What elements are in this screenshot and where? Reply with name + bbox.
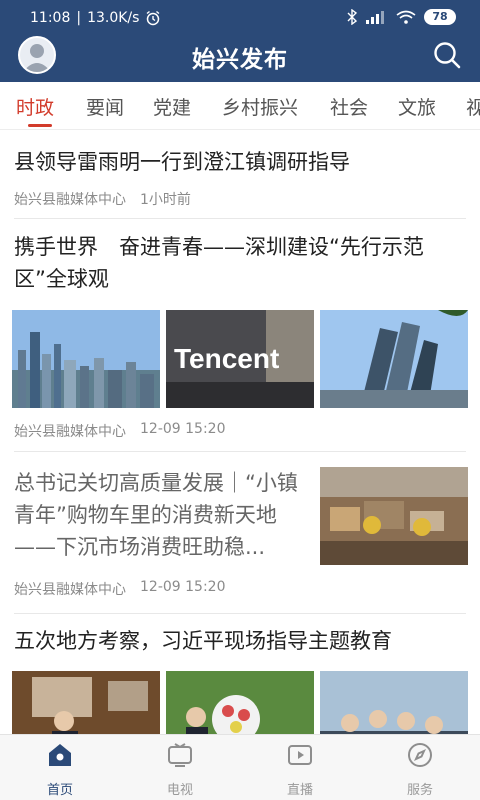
exhibition-image[interactable] xyxy=(12,671,160,734)
svg-text:Tencent: Tencent xyxy=(174,343,279,374)
app-bar: 始兴发布 xyxy=(0,36,480,82)
alarm-icon xyxy=(147,10,160,26)
city-skyline-image[interactable] xyxy=(12,310,160,408)
news-title[interactable]: 携手世界 奋进青春——深圳建设“先行示范区”全球观 xyxy=(14,231,466,295)
category-tabs: 时政 要闻 党建 乡村振兴 社会 文旅 视 xyxy=(0,82,480,130)
status-bar: 11:08 | 13.0K/s 78 xyxy=(0,0,480,36)
tab-shizheng[interactable]: 时政 xyxy=(16,93,54,120)
towers-image[interactable] xyxy=(320,310,468,408)
nav-service[interactable]: 服务 xyxy=(390,741,450,798)
tencent-sign-image[interactable]: Tencent xyxy=(166,310,314,408)
news-time: 1小时前 xyxy=(140,192,191,208)
home-icon xyxy=(49,744,71,766)
news-item[interactable]: 五次地方考察，习近平现场指导主题教育 xyxy=(0,613,480,734)
news-time: 12-09 15:20 xyxy=(140,579,226,595)
nav-home[interactable]: 首页 xyxy=(30,741,90,798)
tab-shehui[interactable]: 社会 xyxy=(330,93,368,120)
bluetooth-icon xyxy=(347,9,358,25)
news-meta: 始兴县融媒体中心 12-09 15:20 xyxy=(14,579,225,599)
news-item[interactable]: 总书记关切高质量发展｜“小镇青年”购物车里的消费新天地——下沉市场消费旺助稳..… xyxy=(0,451,480,613)
tab-dangjian[interactable]: 党建 xyxy=(153,93,191,120)
news-source: 始兴县融媒体中心 xyxy=(14,582,126,598)
nav-live-label: 直播 xyxy=(286,783,313,798)
news-title[interactable]: 总书记关切高质量发展｜“小镇青年”购物车里的消费新天地——下沉市场消费旺助稳..… xyxy=(14,467,308,563)
compass-icon xyxy=(408,743,432,767)
status-left: 11:08 | 13.0K/s xyxy=(30,10,161,26)
news-meta: 始兴县融媒体中心 1小时前 xyxy=(14,189,191,209)
status-right: 78 xyxy=(346,9,456,25)
news-title[interactable]: 五次地方考察，习近平现场指导主题教育 xyxy=(14,625,466,657)
app-title: 始兴发布 xyxy=(192,47,288,73)
nav-tv-label: 电视 xyxy=(166,783,193,798)
news-time: 12-09 15:20 xyxy=(140,421,226,437)
delivery-workers-image[interactable] xyxy=(320,467,468,565)
tv-icon xyxy=(168,743,192,767)
network-speed: 13.0K/s xyxy=(87,10,140,26)
signal-icon xyxy=(366,11,384,24)
news-source: 始兴县融媒体中心 xyxy=(14,424,126,440)
news-item[interactable]: 县领导雷雨明一行到澄江镇调研指导 始兴县融媒体中心 1小时前 xyxy=(0,131,480,219)
news-feed[interactable]: 县领导雷雨明一行到澄江镇调研指导 始兴县融媒体中心 1小时前 携手世界 奋进青春… xyxy=(0,131,480,734)
nav-tv[interactable]: 电视 xyxy=(150,741,210,798)
flower-wreath-image[interactable] xyxy=(166,671,314,734)
status-time: 11:08 xyxy=(30,10,71,26)
bottom-nav: 首页 电视 直播 服务 xyxy=(0,734,480,800)
battery-indicator: 78 xyxy=(424,9,456,25)
news-source: 始兴县融媒体中心 xyxy=(14,192,126,208)
active-tab-indicator xyxy=(28,124,52,127)
nav-home-label: 首页 xyxy=(46,783,73,798)
news-item[interactable]: 携手世界 奋进青春——深圳建设“先行示范区”全球观 Tencent 始兴县融媒体… xyxy=(0,219,480,451)
crowd-image[interactable] xyxy=(320,671,468,734)
wifi-icon xyxy=(396,10,416,24)
search-icon[interactable] xyxy=(432,40,462,70)
news-meta: 始兴县融媒体中心 12-09 15:20 xyxy=(14,421,225,441)
nav-service-label: 服务 xyxy=(406,783,433,798)
live-icon xyxy=(288,745,312,765)
tab-xiangcun[interactable]: 乡村振兴 xyxy=(222,93,298,120)
news-title[interactable]: 县领导雷雨明一行到澄江镇调研指导 xyxy=(14,146,466,178)
tab-video[interactable]: 视 xyxy=(466,93,480,120)
tab-wenlv[interactable]: 文旅 xyxy=(398,93,436,120)
tab-yaowen[interactable]: 要闻 xyxy=(86,93,124,120)
nav-live[interactable]: 直播 xyxy=(270,741,330,798)
